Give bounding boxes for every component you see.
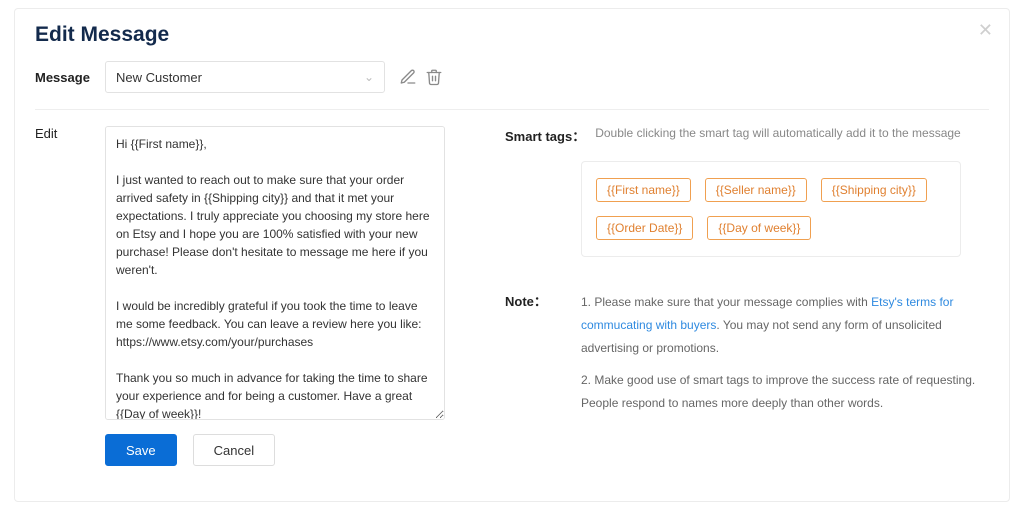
message-row: Message New Customer ⌄ xyxy=(35,61,989,110)
message-label: Message xyxy=(35,70,91,85)
note-section: Note： 1. Please make sure that your mess… xyxy=(505,291,989,415)
edit-label: Edit xyxy=(35,126,91,420)
close-icon[interactable]: ✕ xyxy=(978,21,993,39)
modal-title: Edit Message xyxy=(35,23,989,47)
smart-tag-shipping-city[interactable]: {{Shipping city}} xyxy=(821,178,927,202)
smart-tag-seller-name[interactable]: {{Seller name}} xyxy=(705,178,807,202)
message-select[interactable]: New Customer ⌄ xyxy=(105,61,385,93)
modal-body: Edit Smart tags： Double clicking the sma… xyxy=(35,126,989,420)
edit-icon[interactable] xyxy=(399,68,417,86)
note-body: 1. Please make sure that your message co… xyxy=(581,291,989,415)
note-paragraph-2: 2. Make good use of smart tags to improv… xyxy=(581,369,979,415)
right-column: Smart tags： Double clicking the smart ta… xyxy=(505,126,989,420)
smart-tag-order-date[interactable]: {{Order Date}} xyxy=(596,216,693,240)
smart-tag-first-name[interactable]: {{First name}} xyxy=(596,178,691,202)
note-label: Note： xyxy=(505,291,571,415)
cancel-button[interactable]: Cancel xyxy=(193,434,275,466)
smart-tags-box: {{First name}} {{Seller name}} {{Shippin… xyxy=(581,161,961,257)
edit-message-modal: ✕ Edit Message Message New Customer ⌄ Ed… xyxy=(14,8,1010,502)
smart-tag-day-of-week[interactable]: {{Day of week}} xyxy=(707,216,811,240)
smart-tags-header: Smart tags： Double clicking the smart ta… xyxy=(505,126,989,145)
message-select-value: New Customer xyxy=(116,70,202,85)
chevron-down-icon: ⌄ xyxy=(364,70,374,84)
smart-tags-label: Smart tags： xyxy=(505,126,585,145)
note-paragraph-1: 1. Please make sure that your message co… xyxy=(581,291,979,359)
save-button[interactable]: Save xyxy=(105,434,177,466)
message-textarea[interactable] xyxy=(105,126,445,420)
trash-icon[interactable] xyxy=(425,68,443,86)
smart-tags-hint: Double clicking the smart tag will autom… xyxy=(595,126,961,140)
edit-column: Edit xyxy=(35,126,445,420)
button-row: Save Cancel xyxy=(105,434,989,466)
